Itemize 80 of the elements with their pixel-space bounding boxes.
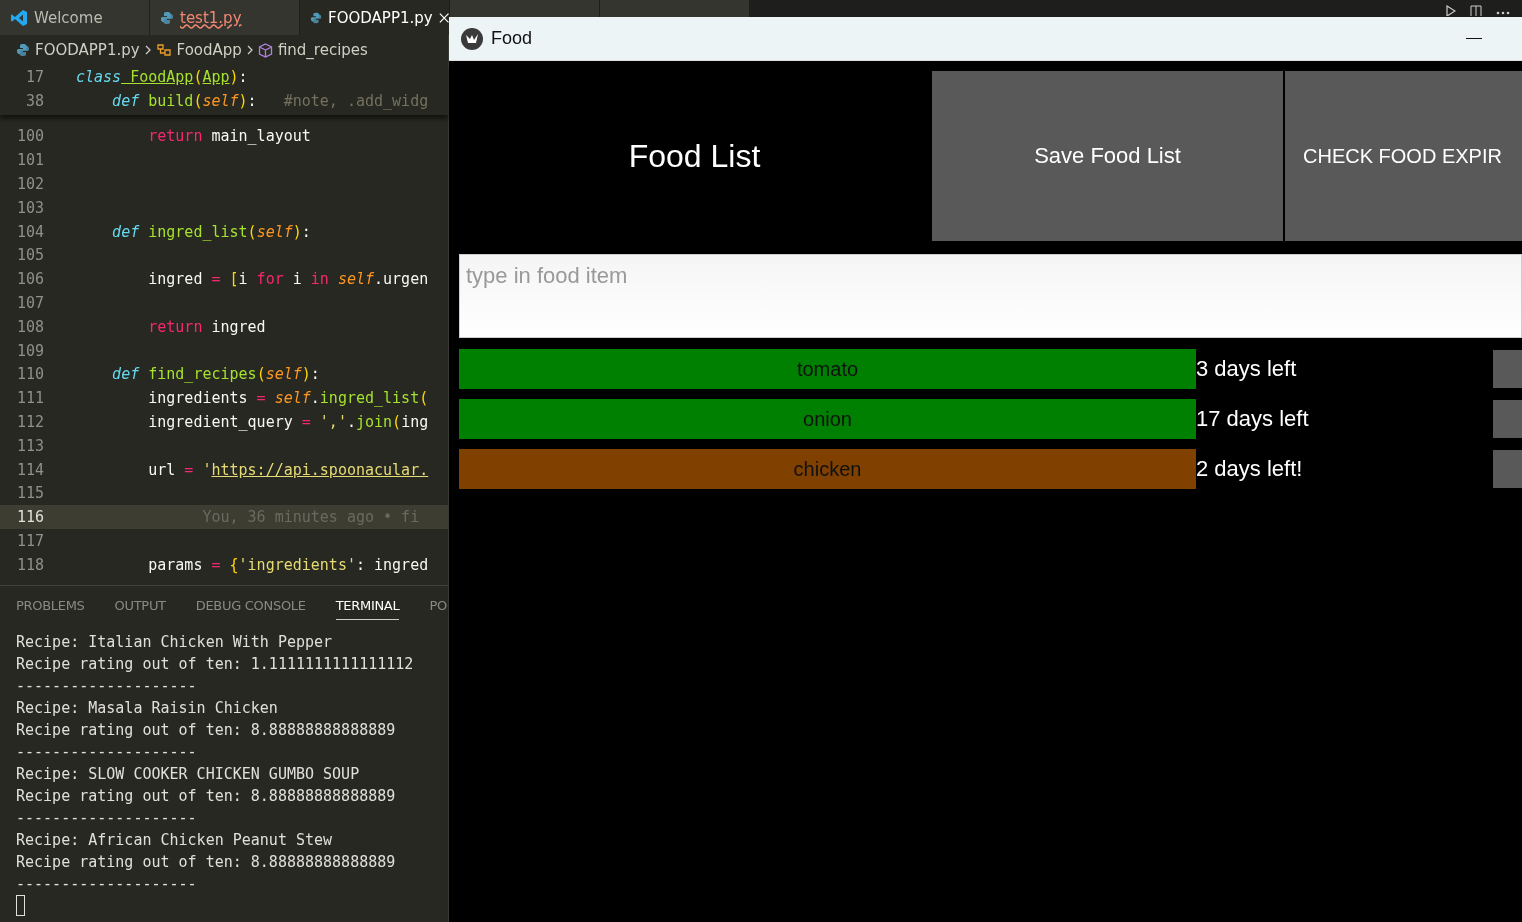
editor-tab[interactable]: test1.py [150, 0, 300, 35]
app-button[interactable]: CHECK FOOD EXPIR [1285, 71, 1522, 241]
app-button[interactable]: Save Food List [932, 71, 1283, 241]
line-number: 116 [15, 508, 44, 527]
line-number: 110 [15, 365, 44, 384]
line-number: 106 [15, 270, 44, 289]
more-icon[interactable] [1496, 11, 1510, 15]
line-number: 114 [15, 460, 44, 479]
input-field[interactable]: type in food item [459, 254, 1522, 338]
line-number: 107 [15, 294, 44, 313]
terminal-line: Recipe rating out of ten: 8.88888888888889 [16, 786, 397, 807]
line-number: 117 [15, 532, 44, 551]
line-number: 102 [15, 175, 44, 194]
terminal-line: Recipe rating out of ten: 1.1111111111111112 [16, 654, 415, 675]
code-line: return ingred [147, 317, 266, 336]
python-icon [16, 43, 30, 57]
code-line: def ingred_list(self): [111, 222, 311, 241]
panel-tab[interactable]: OUTPUT [114, 591, 166, 620]
breadcrumb-item[interactable]: find_recipes [257, 41, 368, 59]
window-title: Food [491, 28, 533, 49]
line-number: 113 [15, 436, 44, 455]
terminal-line: Recipe: SLOW COOKER CHICKEN GUMBO SOUP [16, 764, 361, 785]
code-editor-logo-icon [10, 8, 28, 27]
line-number: 105 [15, 246, 44, 265]
line-number: 104 [15, 222, 44, 241]
terminal-cursor [16, 895, 25, 916]
line-number: 115 [15, 484, 44, 503]
line-number: 108 [15, 317, 44, 336]
terminal-line: Recipe: Italian Chicken With Pepper [16, 632, 334, 653]
terminal-line: Recipe: Masala Raisin Chicken [16, 698, 279, 719]
line-number: 101 [15, 151, 44, 170]
panel-tab[interactable]: TERMINAL [335, 591, 400, 620]
line-number: 38 [24, 91, 44, 110]
line-number: 109 [15, 341, 44, 360]
terminal-line: -------------------- [16, 808, 198, 829]
terminal-line: -------------------- [16, 874, 198, 895]
line-number: 112 [15, 413, 44, 432]
code-line: ingredient_query = ','.join(ing [147, 413, 429, 432]
class-icon [155, 43, 172, 57]
cube-icon [257, 42, 273, 58]
code-line: return main_layout [147, 127, 311, 146]
close-icon[interactable] [438, 11, 449, 24]
chevron-icon [143, 44, 152, 56]
food-list-heading: Food List [627, 136, 762, 176]
terminal-line: Recipe rating out of ten: 8.88888888888889 [16, 720, 397, 741]
line-number: 111 [15, 389, 44, 408]
app-logo-icon [461, 27, 483, 50]
breadcrumb-item[interactable]: FoodApp [155, 41, 242, 59]
days-left-label: 17 days left [1196, 406, 1310, 432]
line-number: 118 [15, 555, 44, 574]
terminal-line: Recipe: African Chicken Peanut Stew [16, 830, 334, 851]
code-line: ingred = [i for i in self.urgen [147, 270, 429, 289]
food-item-bar: chicken [459, 449, 1196, 489]
breadcrumb-item[interactable]: FOODAPP1.py [16, 41, 140, 59]
python-icon [310, 10, 323, 25]
code-line: params = {'ingredients': ingred [147, 555, 429, 574]
terminal-line: -------------------- [16, 676, 198, 697]
days-left-label: 3 days left [1196, 356, 1298, 382]
code-line: class FoodApp(App): [76, 67, 248, 86]
python-icon [160, 10, 174, 25]
split-editor-icon[interactable] [1470, 5, 1482, 16]
line-number: 103 [15, 198, 44, 217]
terminal-line: -------------------- [16, 742, 198, 763]
editor-tab[interactable]: FOODAPP1.py [300, 0, 450, 35]
panel-tab[interactable]: PO [429, 591, 447, 620]
terminal-line: Recipe rating out of ten: 8.88888888888889 [16, 852, 397, 873]
play-icon[interactable] [1446, 5, 1456, 16]
code-line: url = 'https://api.spoonacular. [147, 460, 429, 479]
line-number: 17 [24, 67, 44, 86]
code-line: def build(self): #note, .add_widg [111, 91, 429, 110]
chevron-icon [245, 44, 254, 56]
days-left-label: 2 days left! [1196, 456, 1304, 482]
code-line: ingredients = self.ingred_list( [147, 389, 429, 408]
editor-tab[interactable]: Welcome [0, 0, 150, 35]
food-item-bar: onion [459, 399, 1196, 439]
line-number: 100 [15, 127, 44, 146]
food-item-bar: tomato [459, 349, 1196, 389]
panel-tab[interactable]: PROBLEMS [16, 591, 85, 620]
panel-tab[interactable]: DEBUG CONSOLE [195, 591, 306, 620]
code-line: def find_recipes(self): [111, 365, 320, 384]
